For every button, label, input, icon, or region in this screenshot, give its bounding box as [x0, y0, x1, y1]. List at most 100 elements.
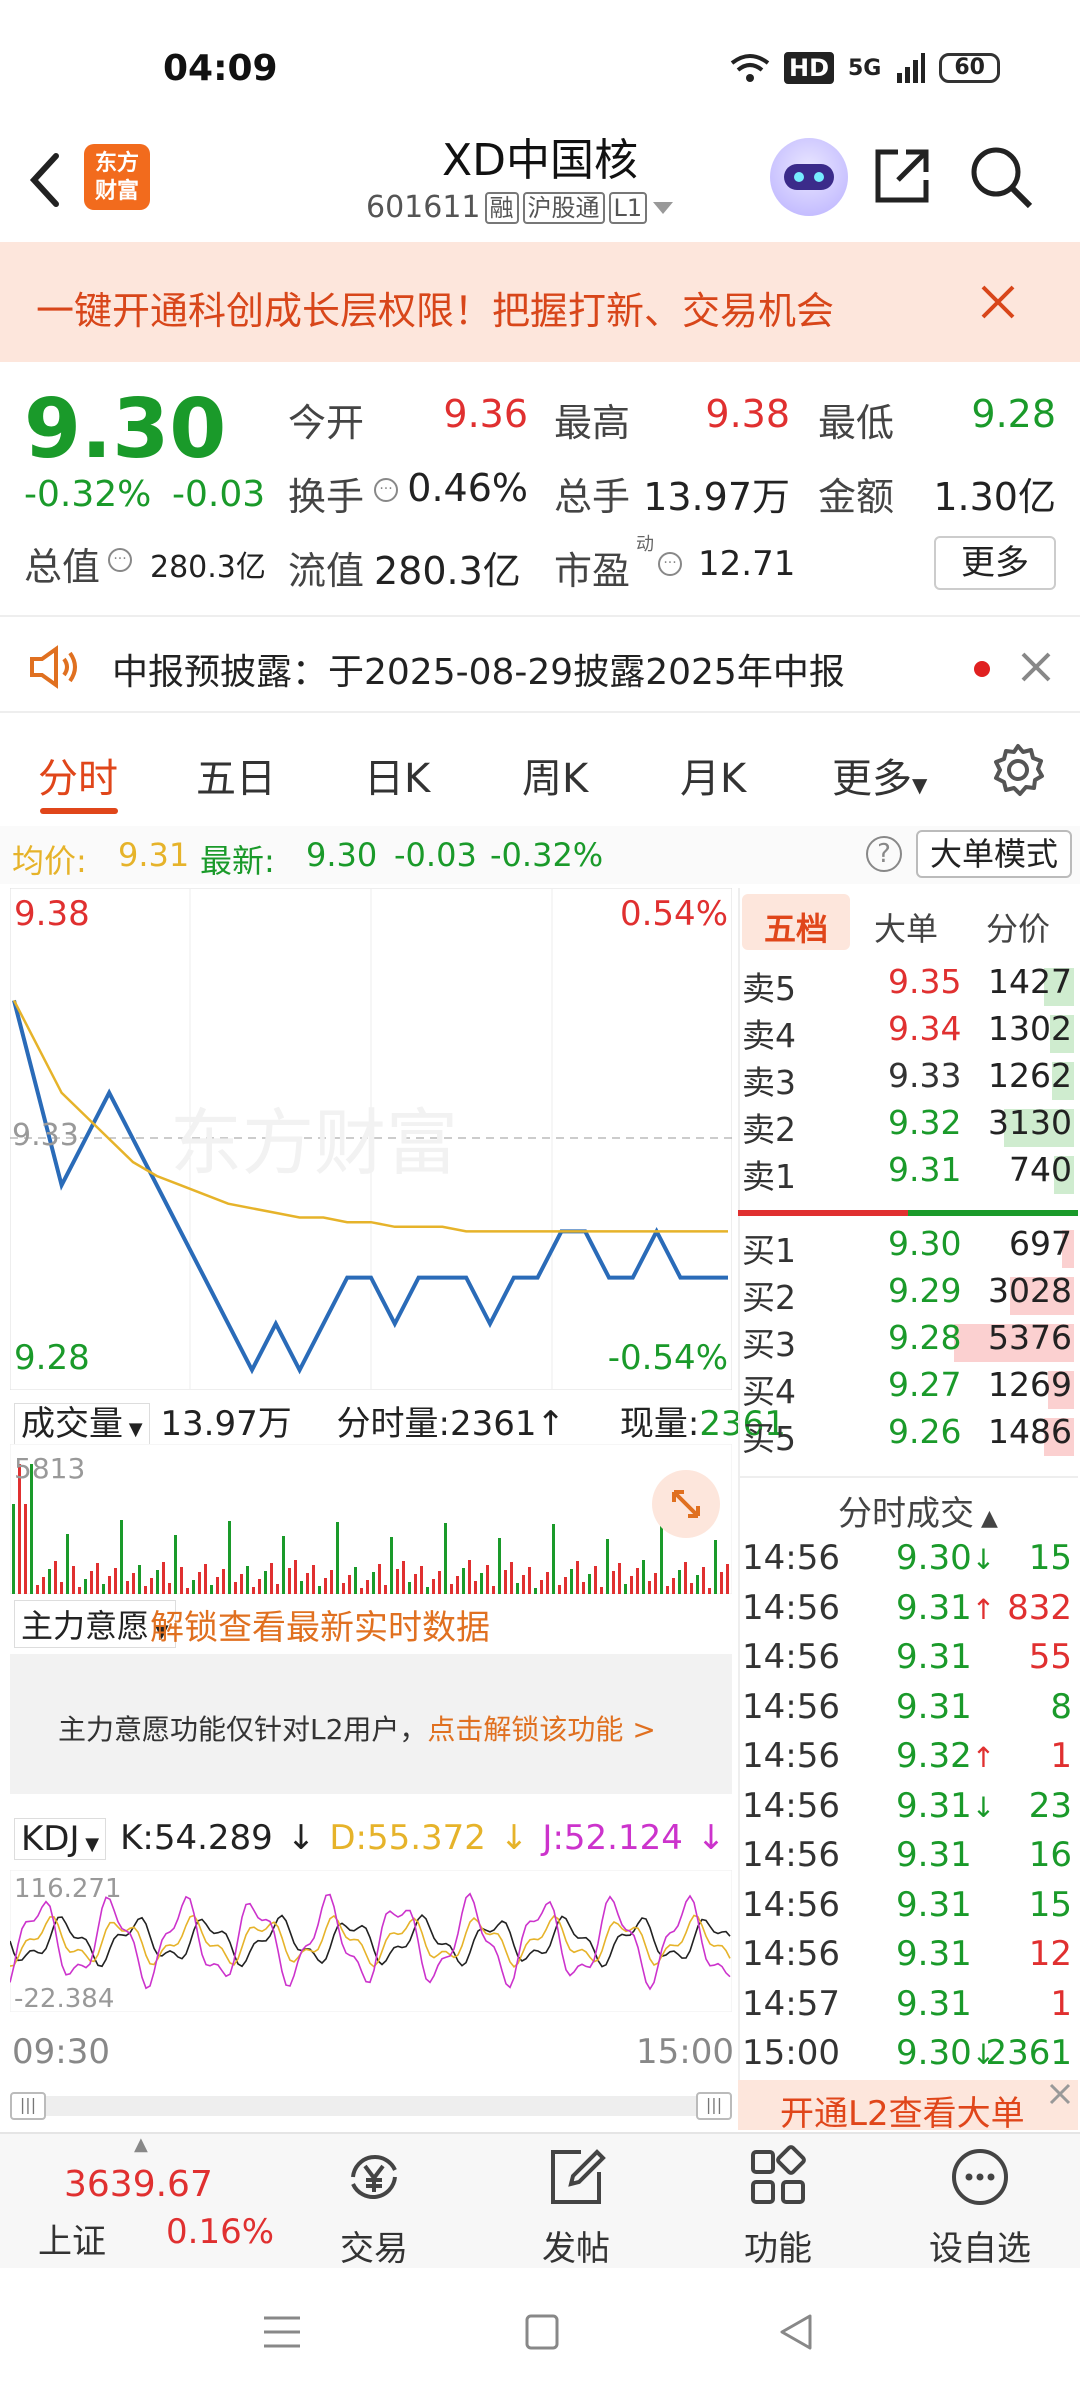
ask-row[interactable]: 卖5 9.35 1427	[738, 962, 1078, 1010]
ask-row[interactable]: 卖3 9.33 1262	[738, 1056, 1078, 1104]
ask-price: 9.33	[888, 1056, 962, 1095]
notice-bar[interactable]: 中报预披露：于2025-08-29披露2025年中报	[0, 615, 1080, 713]
trade-price: 9.32	[896, 1736, 972, 1776]
ask-row[interactable]: 卖1 9.31 740	[738, 1150, 1078, 1198]
trades-title[interactable]: 分时成交 ▲	[838, 1486, 998, 1535]
l2-cta[interactable]: 开通L2查看大单	[738, 2080, 1078, 2134]
tab-daily-k[interactable]: 日K	[364, 746, 430, 804]
volume-selector[interactable]: 成交量 ▼	[14, 1403, 150, 1445]
trade-price: 9.31	[896, 1587, 972, 1628]
dropdown-triangle-icon	[653, 201, 674, 214]
volume-bar	[372, 1572, 375, 1594]
close-icon[interactable]	[1048, 2082, 1072, 2106]
close-icon[interactable]	[1020, 651, 1052, 683]
volume-bar	[294, 1560, 297, 1594]
time-scrollbar[interactable]: ||| |||	[10, 2092, 732, 2120]
volume-bar	[390, 1537, 393, 1594]
volume-bar	[282, 1536, 285, 1594]
ask-row[interactable]: 卖4 9.34 1302	[738, 1009, 1078, 1057]
tab-more[interactable]: 更多▼	[832, 746, 927, 804]
big-order-mode-button[interactable]: 大单模式	[916, 830, 1072, 878]
tab-weekly-k[interactable]: 周K	[522, 746, 588, 804]
tab-5day[interactable]: 五日	[196, 746, 276, 804]
volume-bar	[546, 1572, 549, 1594]
tab-monthly-k[interactable]: 月K	[680, 746, 746, 804]
bid-row[interactable]: 买3 9.28 5376	[738, 1318, 1078, 1366]
expand-icon[interactable]	[652, 1470, 720, 1538]
expand-up-icon[interactable]: ▲	[134, 2134, 148, 2155]
volume-bar	[144, 1586, 147, 1594]
open-label: 今开	[288, 401, 365, 445]
up-arrow-icon: ↑	[971, 1741, 996, 1774]
menu-icon[interactable]	[262, 2314, 302, 2350]
volume-bar	[108, 1576, 111, 1594]
stock-code: 601611	[366, 190, 481, 225]
tab-big-order[interactable]: 大单	[874, 904, 938, 950]
trade-price: 9.30	[896, 1538, 972, 1578]
bid-row[interactable]: 买2 9.29 3028	[738, 1271, 1078, 1319]
volume-bar	[54, 1561, 57, 1594]
volume-bar	[90, 1571, 93, 1594]
close-icon[interactable]	[980, 284, 1016, 320]
volume-bar	[414, 1574, 417, 1594]
volume-bar	[384, 1585, 387, 1594]
volume-bar	[300, 1581, 303, 1594]
search-icon[interactable]	[966, 142, 1036, 212]
gear-icon[interactable]	[990, 742, 1046, 798]
ask-row[interactable]: 卖2 9.32 3130	[738, 1103, 1078, 1151]
ask-vol: 740	[1009, 1150, 1072, 1189]
intraday-chart[interactable]: 东方财富 9.38 0.54% 9.33 9.28 -0.54%	[9, 887, 733, 1391]
chart-tabs: 分时 五日 日K 周K 月K 更多▼	[0, 716, 1080, 824]
promo-banner[interactable]: 一键开通科创成长层权限！把握打新、交易机会	[0, 242, 1080, 362]
share-icon[interactable]	[870, 144, 934, 208]
volume-bar	[174, 1535, 177, 1594]
tab-price-dist[interactable]: 分价	[986, 904, 1050, 950]
bid-row[interactable]: 买5 9.26 1486	[738, 1412, 1078, 1460]
tab-intraday[interactable]: 分时	[38, 746, 118, 804]
index-name: 上证	[38, 2222, 106, 2262]
info-icon[interactable]: ···	[374, 478, 398, 502]
high-label: 最高	[554, 401, 631, 445]
back-nav-icon[interactable]	[778, 2312, 814, 2352]
nav-functions[interactable]: 功能	[708, 2142, 848, 2270]
index-value[interactable]: 3639.67	[64, 2164, 213, 2205]
bid-row[interactable]: 买4 9.27 1269	[738, 1365, 1078, 1413]
tab-five-level[interactable]: 五档	[764, 904, 828, 950]
bid-row[interactable]: 买1 9.30 697	[738, 1224, 1078, 1272]
nav-post[interactable]: 发帖	[506, 2142, 646, 2270]
nav-trade[interactable]: 交易	[304, 2142, 444, 2270]
volume-bar	[600, 1587, 603, 1594]
main-force-unlock[interactable]: 解锁查看最新实时数据	[150, 1600, 490, 1649]
volume-total: 13.97万	[160, 1404, 292, 1444]
help-icon[interactable]: ?	[866, 836, 902, 872]
volume-bar	[162, 1562, 165, 1594]
trade-row: 14:56 9.32↑ 1	[738, 1736, 1078, 1786]
nav-add-watchlist[interactable]: 设自选	[910, 2142, 1050, 2270]
volume-bar	[570, 1569, 573, 1594]
avg-value: 9.31	[118, 836, 190, 874]
scroll-handle-right[interactable]: |||	[696, 2092, 732, 2120]
chart-low-pct: -0.54%	[607, 1338, 728, 1378]
stock-code-row[interactable]: 601611 融 沪股通 L1	[366, 190, 675, 225]
kdj-d: D:55.372	[329, 1818, 486, 1858]
volume-bar	[666, 1586, 669, 1594]
volume-bar	[336, 1522, 339, 1594]
bid-label: 买3	[742, 1325, 796, 1364]
l2-unlock-link[interactable]: 点击解锁该功能 >	[427, 1713, 655, 1746]
info-icon[interactable]: ···	[108, 548, 132, 572]
volume-bar	[702, 1567, 705, 1594]
kdj-min-label: -22.384	[14, 1984, 115, 2014]
volume-bar	[630, 1576, 633, 1594]
kdj-selector[interactable]: KDJ ▼	[14, 1818, 107, 1860]
ai-assistant-icon[interactable]	[770, 138, 848, 216]
info-icon[interactable]: ···	[658, 552, 682, 576]
home-icon[interactable]	[524, 2312, 560, 2352]
speaker-icon	[30, 645, 77, 689]
scroll-handle-left[interactable]: |||	[10, 2092, 46, 2120]
ask-vol: 1302	[988, 1009, 1072, 1048]
price-summary-row: 均价: 9.31 最新: 9.30 -0.03 -0.32% ? 大单模式	[0, 826, 1080, 884]
volume-bar	[360, 1588, 363, 1594]
active-tab-indicator	[40, 808, 118, 814]
more-button[interactable]: 更多	[934, 536, 1056, 590]
down-arrow-icon: ↓	[499, 1818, 529, 1858]
